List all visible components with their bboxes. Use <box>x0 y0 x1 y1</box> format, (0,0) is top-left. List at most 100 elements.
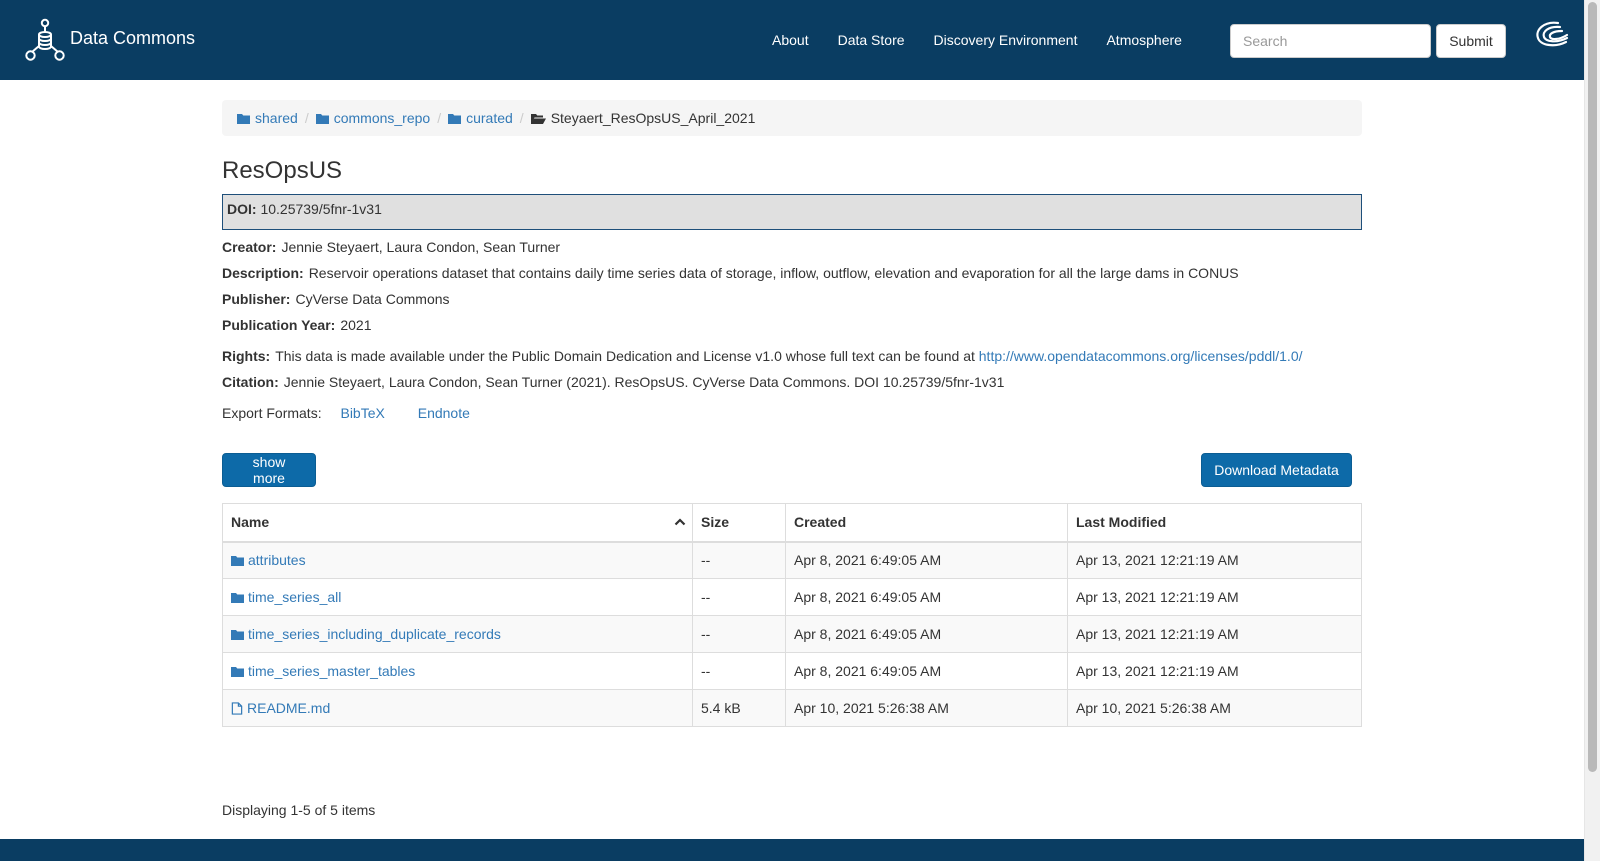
breadcrumb-item-commons-repo: commons_repo / <box>315 110 448 126</box>
action-buttons: show more Download Metadata <box>222 453 1362 487</box>
file-link-readme[interactable]: README.md <box>247 700 330 716</box>
rights-value: This data is made available under the Pu… <box>275 348 975 364</box>
folder-icon <box>231 593 244 603</box>
sort-ascending-icon[interactable] <box>674 516 686 528</box>
nav-link-data-store[interactable]: Data Store <box>838 32 905 48</box>
search-submit-button[interactable]: Submit <box>1436 24 1506 58</box>
modified-cell: Apr 13, 2021 12:21:19 AM <box>1067 541 1362 579</box>
size-cell: -- <box>692 615 786 653</box>
rights-label: Rights: <box>222 348 271 364</box>
publisher-field: Publisher: CyVerse Data Commons <box>222 291 1362 308</box>
modified-cell: Apr 10, 2021 5:26:38 AM <box>1067 689 1362 727</box>
export-endnote-link[interactable]: Endnote <box>418 405 470 421</box>
breadcrumb-item-current: Steyaert_ResOpsUS_April_2021 <box>530 110 756 126</box>
file-icon <box>231 702 243 715</box>
export-formats-label: Export Formats: <box>222 405 322 421</box>
folder-icon <box>231 630 244 640</box>
column-header-created[interactable]: Created <box>785 503 1068 543</box>
created-cell: Apr 8, 2021 6:49:05 AM <box>785 615 1068 653</box>
column-header-name-label: Name <box>231 514 270 531</box>
breadcrumb-link-shared[interactable]: shared <box>255 110 298 126</box>
citation-value: Jennie Steyaert, Laura Condon, Sean Turn… <box>283 374 1005 390</box>
name-cell: time_series_all <box>222 578 693 616</box>
table-row: README.md 5.4 kB Apr 10, 2021 5:26:38 AM… <box>222 689 1362 727</box>
breadcrumb-separator: / <box>304 110 309 126</box>
created-cell: Apr 8, 2021 6:49:05 AM <box>785 541 1068 579</box>
column-header-name[interactable]: Name <box>222 503 693 543</box>
size-cell: -- <box>692 541 786 579</box>
table-row: time_series_all -- Apr 8, 2021 6:49:05 A… <box>222 578 1362 616</box>
page-title: ResOpsUS <box>222 157 343 184</box>
license-link[interactable]: http://www.opendatacommons.org/licenses/… <box>979 348 1303 364</box>
breadcrumb-separator: / <box>437 110 442 126</box>
folder-open-icon <box>530 113 546 124</box>
creator-field: Creator: Jennie Steyaert, Laura Condon, S… <box>222 239 1362 256</box>
export-formats: Export Formats: BibTeX Endnote <box>222 405 1362 421</box>
publication-year-label: Publication Year: <box>222 317 336 333</box>
modified-cell: Apr 13, 2021 12:21:19 AM <box>1067 652 1362 690</box>
page-scrollbar[interactable] <box>1584 0 1600 861</box>
breadcrumb: shared / commons_repo / curated / Steyae… <box>222 100 1362 136</box>
description-label: Description: <box>222 265 304 281</box>
folder-link-time-series-all[interactable]: time_series_all <box>248 589 341 605</box>
modified-cell: Apr 13, 2021 12:21:19 AM <box>1067 578 1362 616</box>
brand-home-link[interactable]: Data Commons <box>24 18 195 62</box>
name-cell: time_series_including_duplicate_records <box>222 615 693 653</box>
scrollbar-thumb[interactable] <box>1588 2 1597 772</box>
modified-cell: Apr 13, 2021 12:21:19 AM <box>1067 615 1362 653</box>
pagination-summary: Displaying 1-5 of 5 items <box>222 802 376 818</box>
size-cell: -- <box>692 652 786 690</box>
description-field: Description: Reservoir operations dataset… <box>222 265 1362 282</box>
created-cell: Apr 8, 2021 6:49:05 AM <box>785 652 1068 690</box>
column-header-size[interactable]: Size <box>692 503 786 543</box>
folder-icon <box>231 556 244 567</box>
breadcrumb-link-commons-repo[interactable]: commons_repo <box>334 110 431 126</box>
nav-link-discovery-environment[interactable]: Discovery Environment <box>934 32 1078 48</box>
name-cell: attributes <box>222 541 693 579</box>
table-row: time_series_including_duplicate_records … <box>222 615 1362 653</box>
size-cell: 5.4 kB <box>692 689 786 727</box>
size-cell: -- <box>692 578 786 616</box>
footer-bar <box>0 839 1584 861</box>
search-input[interactable] <box>1230 24 1431 58</box>
show-more-button[interactable]: show more <box>222 453 316 487</box>
data-commons-logo-icon <box>25 18 65 61</box>
nav-link-about[interactable]: About <box>772 32 809 48</box>
name-cell: time_series_master_tables <box>222 652 693 690</box>
breadcrumb-current: Steyaert_ResOpsUS_April_2021 <box>550 110 756 126</box>
doi-value: 10.25739/5fnr-1v31 <box>260 201 382 217</box>
folder-link-time-series-master-tables[interactable]: time_series_master_tables <box>248 663 415 679</box>
main-content: shared / commons_repo / curated / Steyae… <box>222 100 1362 727</box>
folder-icon <box>315 113 329 124</box>
breadcrumb-separator: / <box>519 110 524 126</box>
cyverse-logo-icon[interactable] <box>1532 18 1570 52</box>
creator-value: Jennie Steyaert, Laura Condon, Sean Turn… <box>281 239 561 255</box>
name-cell: README.md <box>222 689 693 727</box>
created-cell: Apr 10, 2021 5:26:38 AM <box>785 689 1068 727</box>
nav-link-atmosphere[interactable]: Atmosphere <box>1106 32 1181 48</box>
description-value: Reservoir operations dataset that contai… <box>308 265 1239 281</box>
brand-name: Data Commons <box>70 27 196 48</box>
folder-link-time-series-including-duplicate-records[interactable]: time_series_including_duplicate_records <box>248 626 501 642</box>
created-cell: Apr 8, 2021 6:49:05 AM <box>785 578 1068 616</box>
publication-year-field: Publication Year: 2021 <box>222 317 1362 334</box>
folder-icon <box>231 667 244 677</box>
publication-year-value: 2021 <box>340 317 372 333</box>
table-row: attributes -- Apr 8, 2021 6:49:05 AM Apr… <box>222 541 1362 579</box>
folder-link-attributes[interactable]: attributes <box>248 552 306 568</box>
folder-icon <box>448 113 462 124</box>
nav-links: About Data Store Discovery Environment A… <box>772 0 1211 80</box>
download-metadata-button[interactable]: Download Metadata <box>1201 453 1352 487</box>
creator-label: Creator: <box>222 239 277 255</box>
publisher-value: CyVerse Data Commons <box>295 291 450 307</box>
breadcrumb-item-shared: shared / <box>237 110 316 126</box>
export-bibtex-link[interactable]: BibTeX <box>340 405 384 421</box>
publisher-label: Publisher: <box>222 291 291 307</box>
breadcrumb-link-curated[interactable]: curated <box>466 110 513 126</box>
doi-box: DOI: 10.25739/5fnr-1v31 <box>222 194 1362 230</box>
doi-label: DOI: <box>227 201 257 217</box>
column-header-last-modified[interactable]: Last Modified <box>1067 503 1362 543</box>
files-table: Name Size Created Last Modified attribut… <box>222 503 1362 727</box>
table-row: time_series_master_tables -- Apr 8, 2021… <box>222 652 1362 690</box>
breadcrumb-item-curated: curated / <box>448 110 531 126</box>
